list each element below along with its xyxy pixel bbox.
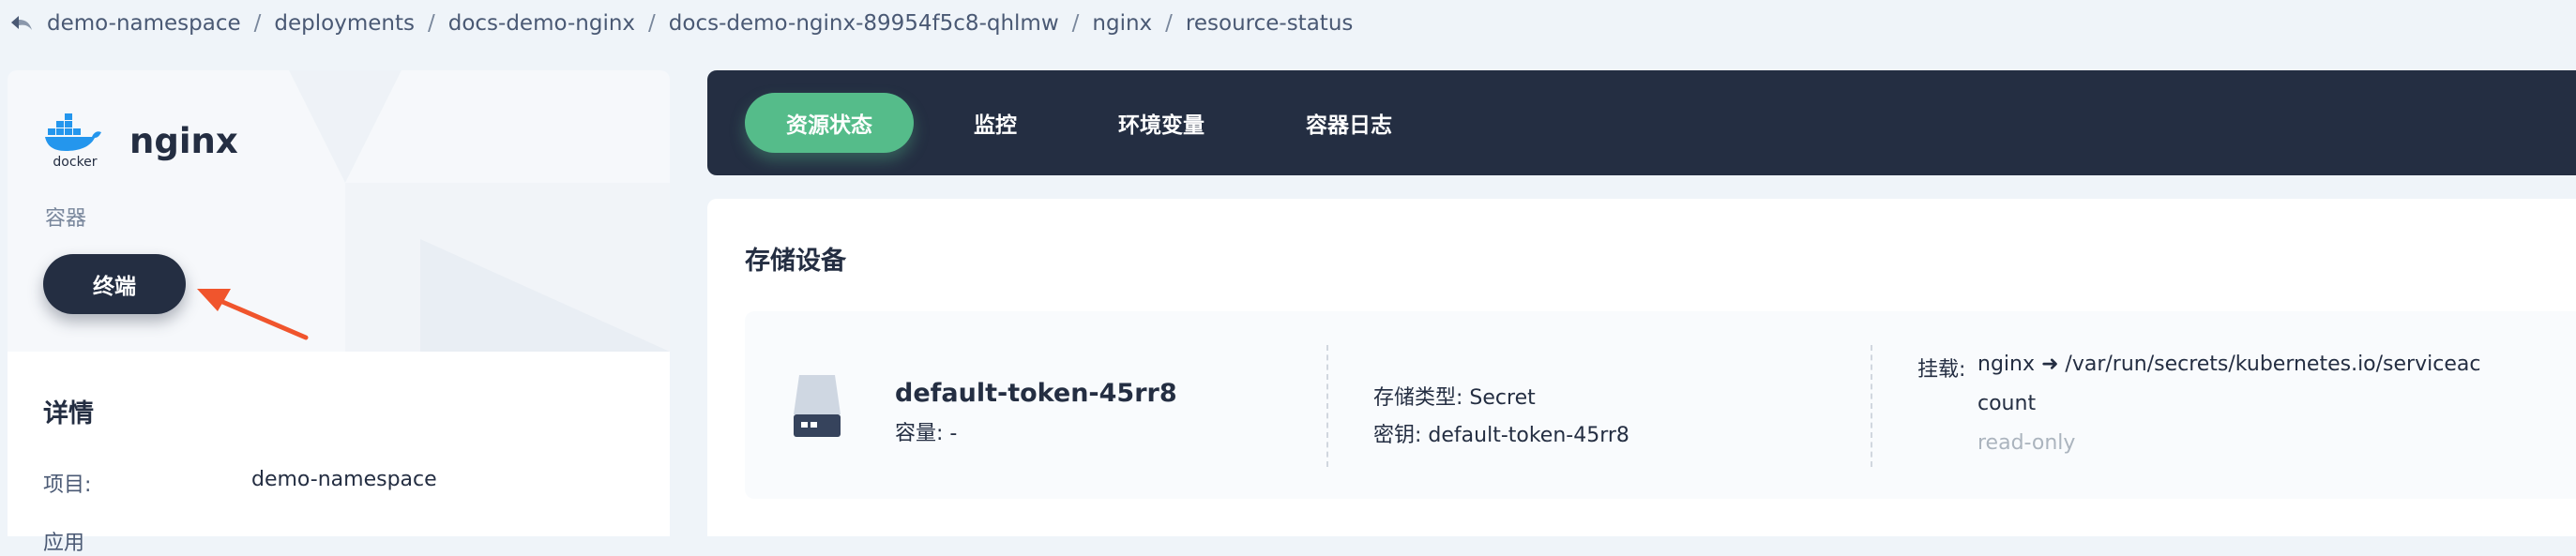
breadcrumb-item[interactable]: deployments: [274, 11, 415, 36]
annotation-arrow-icon: [197, 289, 309, 340]
tab-bar: 资源状态 监控 环境变量 容器日志: [707, 70, 2576, 175]
breadcrumb-item[interactable]: docs-demo-nginx: [448, 11, 635, 36]
breadcrumb-separator: /: [1071, 11, 1080, 36]
breadcrumb-separator: /: [648, 11, 656, 36]
mount-mode-text: read-only: [1977, 431, 2076, 455]
details-title: 详情: [43, 399, 94, 428]
container-summary-card: docker nginx 容器 终端: [8, 70, 670, 352]
breadcrumb-item[interactable]: demo-namespace: [47, 11, 241, 36]
detail-row-project: 项目: demo-namespace: [43, 468, 437, 498]
mount-path: nginx ➜ /var/run/secrets/kubernetes.io/s…: [1977, 353, 2481, 376]
breadcrumb-item[interactable]: nginx: [1092, 11, 1152, 36]
detail-value[interactable]: demo-namespace: [251, 468, 437, 498]
detail-key: 应用: [43, 532, 85, 555]
breadcrumb-item-current: resource-status: [1185, 11, 1354, 36]
mount-path-continued: count: [1977, 392, 2037, 415]
breadcrumb-item[interactable]: docs-demo-nginx-89954f5c8-qhlmw: [669, 11, 1059, 36]
breadcrumb-separator: /: [253, 11, 262, 36]
detail-key: 项目:: [43, 473, 92, 497]
container-kind: 容器: [45, 207, 87, 231]
docker-logo-icon: docker: [45, 113, 101, 170]
hard-disk-icon: [794, 375, 841, 437]
volume-capacity: 容量: -: [895, 422, 958, 445]
volume-name: default-token-45rr8: [895, 379, 1177, 408]
divider: [1871, 345, 1872, 467]
storage-title: 存储设备: [745, 247, 846, 276]
divider: [1326, 345, 1328, 467]
tab-resource-status[interactable]: 资源状态: [745, 93, 914, 153]
mount-prefix: 挂载:: [1917, 358, 1966, 382]
breadcrumb-separator: /: [427, 11, 435, 36]
volume-type: 存储类型: Secret: [1373, 386, 1536, 410]
container-brand: docker nginx: [43, 112, 238, 170]
container-name: nginx: [129, 120, 238, 161]
mount-mode: read-only: [1977, 431, 2075, 455]
tab-monitoring[interactable]: 监控: [932, 93, 1058, 153]
terminal-button[interactable]: 终端: [43, 254, 186, 314]
volume-secret: 密钥: default-token-45rr8: [1373, 424, 1629, 447]
detail-row-app: 应用: [43, 526, 251, 556]
breadcrumb: demo-namespace / deployments / docs-demo…: [0, 0, 2576, 47]
tab-env-variables[interactable]: 环境变量: [1077, 93, 1246, 153]
docker-logo-text: docker: [53, 155, 97, 170]
tab-container-logs[interactable]: 容器日志: [1265, 93, 1433, 153]
back-arrow-icon[interactable]: [9, 9, 47, 38]
breadcrumb-separator: /: [1165, 11, 1173, 36]
details-card: 详情 项目: demo-namespace 应用: [8, 352, 670, 555]
volume-card: default-token-45rr8 容量: - 存储类型: Secret 密…: [745, 311, 2576, 499]
storage-panel: 存储设备 default-token-45rr8 容量: - 存储类型: Sec…: [707, 199, 2576, 536]
